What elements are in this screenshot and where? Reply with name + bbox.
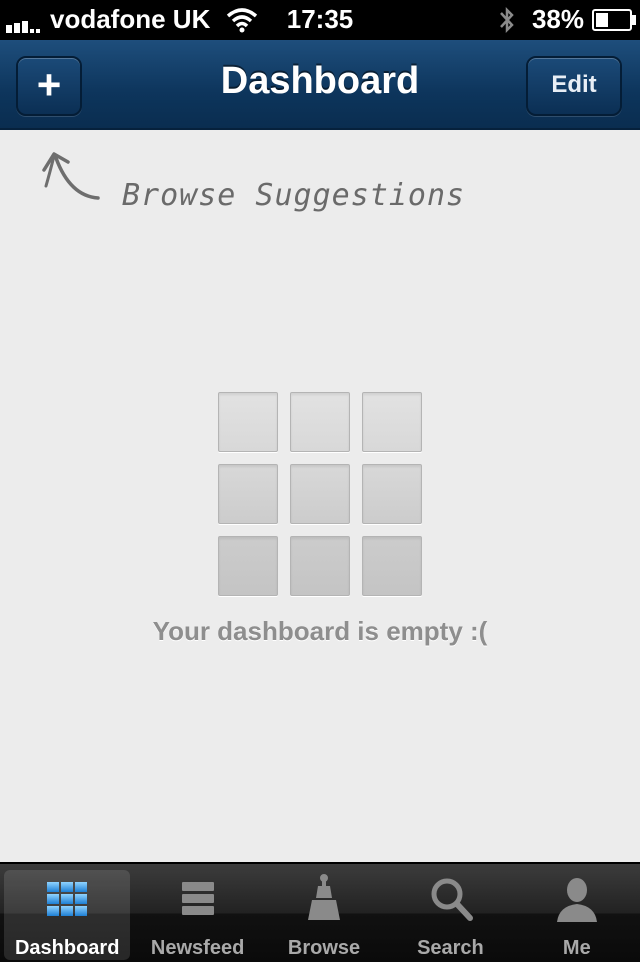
placeholder-tile <box>290 392 350 452</box>
empty-state-message: Your dashboard is empty :( <box>152 616 488 646</box>
tab-browse[interactable]: Browse <box>261 864 387 962</box>
browse-tower-icon <box>308 874 341 920</box>
tab-search[interactable]: Search <box>387 864 513 962</box>
battery-percent: 38% <box>531 4 584 34</box>
placeholder-tile <box>218 464 278 524</box>
search-icon <box>431 878 474 921</box>
tab-label: Search <box>417 937 484 959</box>
battery-icon <box>592 8 636 31</box>
tab-label: Browse <box>287 937 361 959</box>
newsfeed-list-icon <box>181 882 214 915</box>
tab-label: Dashboard <box>14 937 120 959</box>
tab-me[interactable]: Me <box>514 864 640 962</box>
placeholder-tile <box>218 536 278 596</box>
placeholder-tile <box>362 536 422 596</box>
tab-newsfeed[interactable]: Newsfeed <box>134 864 260 962</box>
placeholder-tile <box>290 464 350 524</box>
placeholder-tile <box>362 392 422 452</box>
edit-button[interactable]: Edit <box>526 56 622 116</box>
tab-label: Newsfeed <box>150 937 245 959</box>
person-icon <box>556 878 597 922</box>
bluetooth-icon <box>500 6 514 33</box>
tab-bar: Dashboard Newsfeed Browse Search Me <box>0 862 640 962</box>
dashboard-grid-icon <box>47 882 88 916</box>
placeholder-tile <box>218 392 278 452</box>
status-bar: vodafone UK 17:35 38% <box>0 0 640 40</box>
navigation-bar: + Dashboard Edit <box>0 40 640 130</box>
empty-dashboard-grid-icon <box>218 392 424 598</box>
hand-drawn-arrow-icon <box>42 152 100 200</box>
browse-suggestions-hint: Browse Suggestions <box>122 178 466 213</box>
tab-dashboard[interactable]: Dashboard <box>4 870 131 960</box>
placeholder-tile <box>290 536 350 596</box>
placeholder-tile <box>362 464 422 524</box>
tab-label: Me <box>562 937 591 959</box>
